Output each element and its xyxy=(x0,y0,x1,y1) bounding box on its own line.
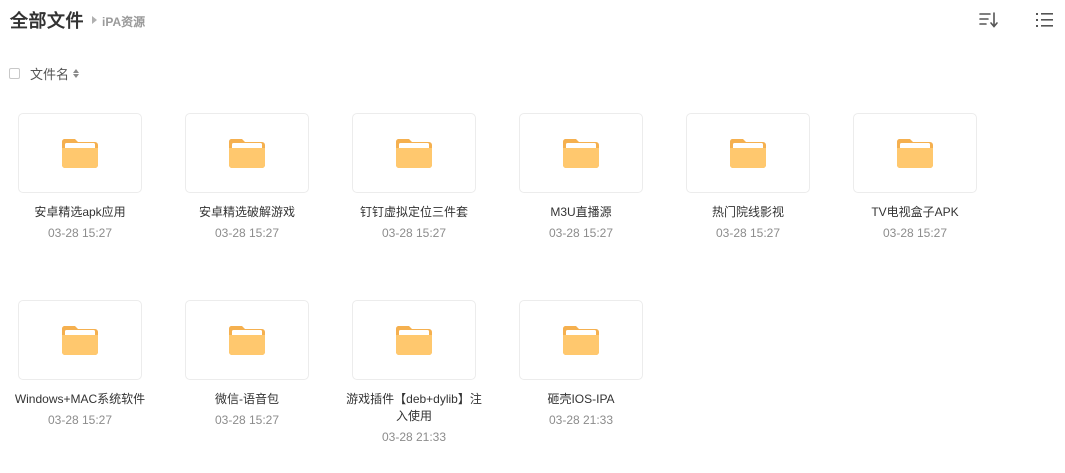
folder-name[interactable]: 安卓精选破解游戏 xyxy=(177,204,317,221)
folder-icon xyxy=(562,139,599,168)
folder-thumbnail[interactable] xyxy=(185,113,309,193)
folder-thumbnail[interactable] xyxy=(352,300,476,380)
select-all-checkbox[interactable] xyxy=(9,67,20,79)
folder-item[interactable]: Windows+MAC系统软件 03-28 15:27 xyxy=(15,300,145,427)
folder-name[interactable]: Windows+MAC系统软件 xyxy=(10,391,150,408)
folder-name[interactable]: 安卓精选apk应用 xyxy=(10,204,150,221)
folder-name[interactable]: 微信-语音包 xyxy=(177,391,317,408)
folder-name[interactable]: 游戏插件【deb+dylib】注入使用 xyxy=(344,391,484,425)
folder-thumbnail[interactable] xyxy=(686,113,810,193)
folder-name[interactable]: 钉钉虚拟定位三件套 xyxy=(344,204,484,221)
folder-name[interactable]: M3U直播源 xyxy=(511,204,651,221)
list-view-icon xyxy=(1036,13,1053,27)
sort-button[interactable] xyxy=(978,10,1000,30)
folder-item[interactable]: 安卓精选破解游戏 03-28 15:27 xyxy=(185,113,309,240)
folder-item[interactable]: 安卓精选apk应用 03-28 15:27 xyxy=(18,113,142,240)
header: 全部文件 iPA资源 xyxy=(10,8,145,32)
folder-thumbnail[interactable] xyxy=(853,113,977,193)
folder-modified-time: 03-28 15:27 xyxy=(214,226,280,240)
folder-thumbnail[interactable] xyxy=(519,300,643,380)
folder-modified-time: 03-28 15:27 xyxy=(47,413,113,427)
folder-icon xyxy=(395,139,432,168)
folder-item[interactable]: 微信-语音包 03-28 15:27 xyxy=(185,300,309,427)
folder-name[interactable]: 热门院线影视 xyxy=(678,204,818,221)
folder-modified-time: 03-28 15:27 xyxy=(715,226,781,240)
folder-icon xyxy=(896,139,933,168)
folder-item[interactable]: 砸壳IOS-IPA 03-28 21:33 xyxy=(519,300,643,427)
folder-modified-time: 03-28 15:27 xyxy=(548,226,614,240)
folder-modified-time: 03-28 15:27 xyxy=(214,413,280,427)
sort-arrows-icon[interactable] xyxy=(73,68,80,78)
breadcrumb-current: iPA资源 xyxy=(102,14,146,29)
sort-icon xyxy=(979,12,998,28)
folder-thumbnail[interactable] xyxy=(185,300,309,380)
folder-item[interactable]: M3U直播源 03-28 15:27 xyxy=(519,113,643,240)
file-browser: 全部文件 iPA资源 文件名 安卓精选apk应用 03-28 15:27 安卓精… xyxy=(0,0,1065,473)
folder-thumbnail[interactable] xyxy=(18,113,142,193)
breadcrumb-separator-icon xyxy=(92,16,97,24)
folder-icon xyxy=(228,139,265,168)
folder-modified-time: 03-28 21:33 xyxy=(381,430,447,444)
folder-item[interactable]: 游戏插件【deb+dylib】注入使用 03-28 21:33 xyxy=(346,300,482,444)
column-name-label[interactable]: 文件名 xyxy=(30,64,69,83)
folder-icon xyxy=(562,326,599,355)
column-header: 文件名 xyxy=(9,64,80,83)
list-view-button[interactable] xyxy=(1034,10,1056,30)
folder-item[interactable]: 钉钉虚拟定位三件套 03-28 15:27 xyxy=(352,113,476,240)
folder-thumbnail[interactable] xyxy=(352,113,476,193)
folder-icon xyxy=(228,326,265,355)
folder-thumbnail[interactable] xyxy=(519,113,643,193)
folder-modified-time: 03-28 15:27 xyxy=(381,226,447,240)
folder-modified-time: 03-28 15:27 xyxy=(882,226,948,240)
folder-modified-time: 03-28 15:27 xyxy=(47,226,113,240)
folder-icon xyxy=(729,139,766,168)
page-title[interactable]: 全部文件 xyxy=(10,7,84,33)
folder-icon xyxy=(61,139,98,168)
folder-modified-time: 03-28 21:33 xyxy=(548,413,614,427)
folder-name[interactable]: TV电视盒子APK xyxy=(845,204,985,221)
folder-item[interactable]: 热门院线影视 03-28 15:27 xyxy=(686,113,810,240)
folder-item[interactable]: TV电视盒子APK 03-28 15:27 xyxy=(853,113,977,240)
folder-icon xyxy=(61,326,98,355)
folder-icon xyxy=(395,326,432,355)
folder-name[interactable]: 砸壳IOS-IPA xyxy=(511,391,651,408)
folder-thumbnail[interactable] xyxy=(18,300,142,380)
